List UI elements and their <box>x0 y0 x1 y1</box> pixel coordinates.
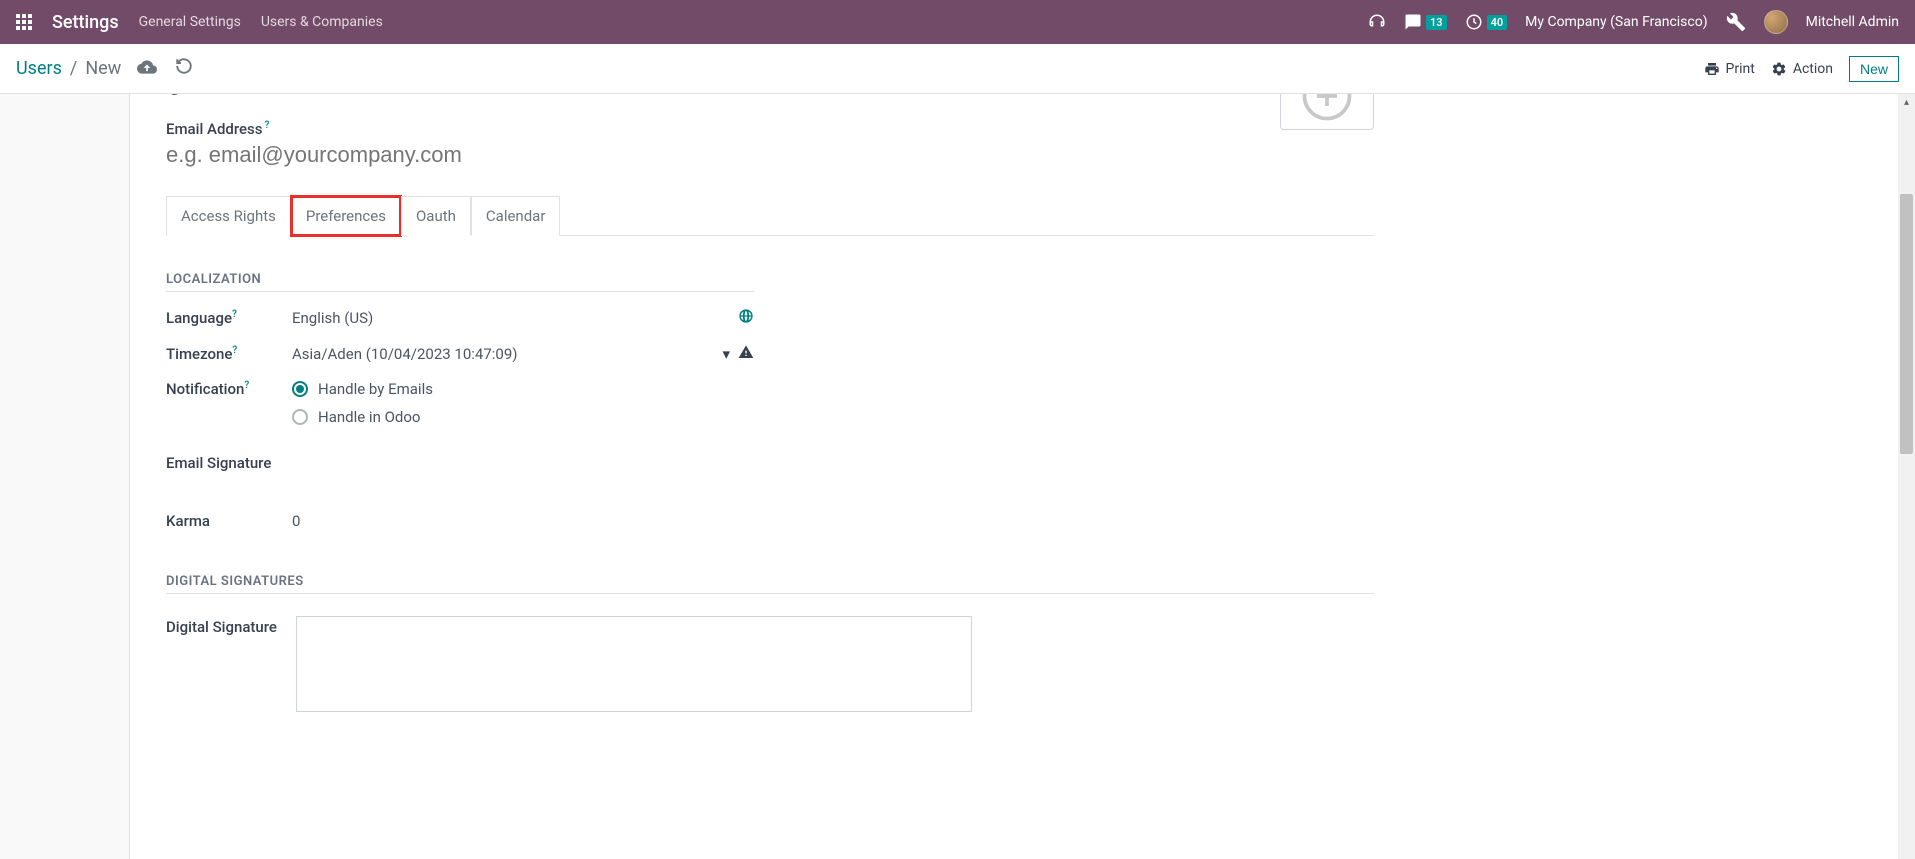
messages-icon[interactable]: 13 <box>1404 13 1447 31</box>
tab-preferences[interactable]: Preferences <box>291 196 401 236</box>
tab-access-rights[interactable]: Access Rights <box>166 196 291 236</box>
cloud-save-icon[interactable] <box>137 57 157 81</box>
timezone-label: Timezone <box>166 345 232 363</box>
tabs: Access Rights Preferences Oauth Calendar <box>166 196 1374 236</box>
discard-icon[interactable] <box>175 57 193 81</box>
activities-badge: 40 <box>1487 15 1508 30</box>
name-field-partial: g <box>166 94 1374 106</box>
breadcrumb: Users / New <box>16 58 121 79</box>
action-button[interactable]: Action <box>1771 61 1833 77</box>
timezone-value[interactable]: Asia/Aden (10/04/2023 10:47:09) <box>292 345 517 363</box>
nav-general-settings[interactable]: General Settings <box>139 14 241 30</box>
support-icon[interactable] <box>1368 13 1386 31</box>
digital-signature-label: Digital Signature <box>166 618 277 636</box>
language-value[interactable]: English (US) <box>292 309 373 327</box>
help-icon[interactable]: ? <box>232 345 237 356</box>
print-button[interactable]: Print <box>1704 61 1755 77</box>
company-switcher[interactable]: My Company (San Francisco) <box>1525 14 1707 30</box>
messages-badge: 13 <box>1426 15 1447 30</box>
language-label: Language <box>166 309 232 327</box>
email-input[interactable] <box>166 138 1374 172</box>
image-upload[interactable] <box>1280 94 1374 130</box>
caret-down-icon[interactable]: ▾ <box>722 345 730 363</box>
scroll-thumb[interactable] <box>1900 194 1913 454</box>
digital-signature-input[interactable] <box>296 616 972 712</box>
apps-icon[interactable] <box>16 14 32 30</box>
help-icon[interactable]: ? <box>244 380 249 391</box>
user-menu[interactable]: Mitchell Admin <box>1806 14 1899 30</box>
notification-radio-emails[interactable]: Handle by Emails <box>292 380 433 398</box>
nav-users-companies[interactable]: Users & Companies <box>261 14 383 30</box>
scroll-up-arrow[interactable]: ▴ <box>1898 94 1915 111</box>
new-button[interactable]: New <box>1849 56 1899 82</box>
warning-icon[interactable] <box>738 344 754 364</box>
globe-icon[interactable] <box>738 308 754 328</box>
notification-radio-odoo[interactable]: Handle in Odoo <box>292 408 433 426</box>
notification-label: Notification <box>166 380 244 398</box>
scrollbar[interactable]: ▴ <box>1898 94 1915 859</box>
section-localization-title: Localization <box>166 272 754 292</box>
breadcrumb-users[interactable]: Users <box>16 58 62 79</box>
tab-oauth[interactable]: Oauth <box>401 196 471 236</box>
left-gutter <box>0 94 130 859</box>
user-avatar[interactable] <box>1764 10 1788 34</box>
debug-icon[interactable] <box>1726 12 1746 32</box>
breadcrumb-current: New <box>85 58 121 79</box>
help-icon[interactable]: ? <box>265 120 270 131</box>
activities-icon[interactable]: 40 <box>1465 13 1508 31</box>
help-icon[interactable]: ? <box>232 309 237 320</box>
app-brand[interactable]: Settings <box>52 12 119 33</box>
karma-value[interactable]: 0 <box>292 512 300 530</box>
email-label: Email Address ? <box>166 120 269 138</box>
karma-label: Karma <box>166 512 210 530</box>
breadcrumb-separator: / <box>70 58 77 79</box>
tab-calendar[interactable]: Calendar <box>471 196 561 236</box>
section-digital-title: Digital Signatures <box>166 574 1374 594</box>
email-signature-label: Email Signature <box>166 454 271 472</box>
